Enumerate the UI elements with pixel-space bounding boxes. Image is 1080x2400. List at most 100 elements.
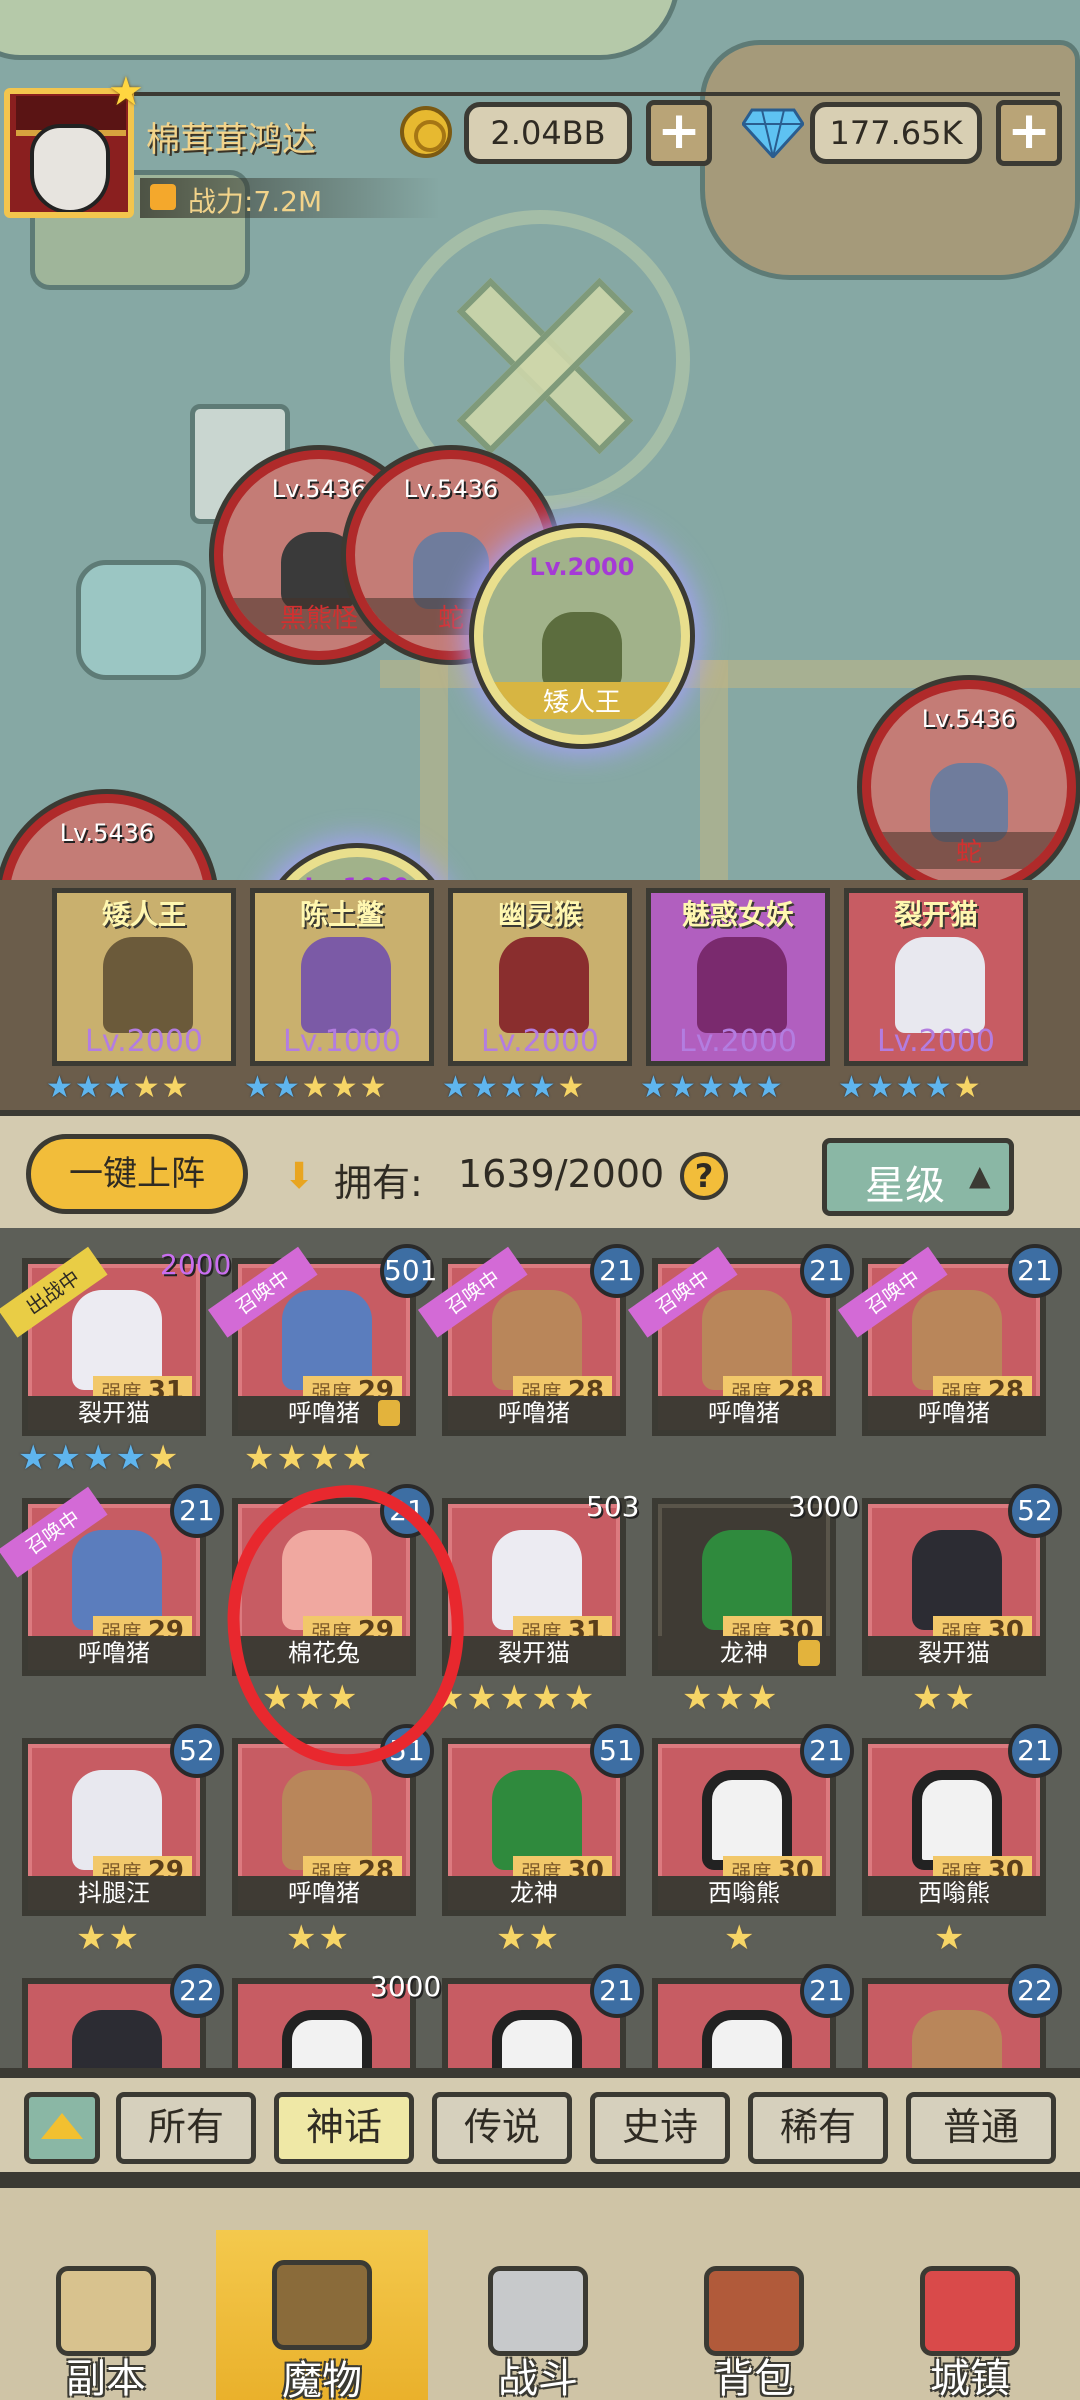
nav-label: 城镇 [930,2356,1010,2400]
diamond-gem-icon [742,108,804,158]
boss-level: Lv.2000 [529,553,635,581]
filter-tab-all[interactable]: 所有 [116,2092,256,2164]
dragon-god-figure [492,1770,582,1870]
nav-label: 战斗 [498,2356,578,2400]
down-arrow-icon: ⬇ [284,1156,315,1197]
nav-monsters[interactable]: 魔物 [216,2230,428,2400]
power-icon [150,184,176,210]
caret-up-icon: ▲ [969,1159,991,1192]
crossed-swords-icon [488,2266,588,2356]
team-slot-1[interactable]: 矮人王 Lv.2000 [52,888,236,1066]
sort-by-star-button[interactable]: 星级 ▲ [822,1138,1014,1216]
team-hero-name: 裂开猫 [893,898,978,931]
team-hero-name: 矮人王 [101,898,186,931]
vip-star-icon: ★ [108,69,144,115]
split-cat-portrait [895,937,985,1033]
team-slot-5[interactable]: 裂开猫 Lv.2000 [844,888,1028,1066]
nav-battle[interactable]: 战斗 [432,2236,644,2400]
team-slot-2[interactable]: 陈土鳖 Lv.1000 [250,888,434,1066]
player-name: 棉茸茸鸿达 [146,120,316,160]
nav-dungeon[interactable]: 副本 [0,2236,212,2400]
card-stars: ★★ [286,1918,351,1958]
nav-town[interactable]: 城镇 [864,2236,1076,2400]
card-count-badge: 21 [1008,1724,1062,1778]
card-stars: ★★★★★ [434,1678,597,1718]
card-name: 呼噜猪 [448,1396,620,1430]
boss-level: Lv.5436 [59,819,155,847]
card-name: 呼噜猪 [28,1636,200,1670]
town-shop-icon [920,2266,1020,2356]
team-lineup: 矮人王 Lv.2000 陈土鳖 Lv.1000 幽灵猴 Lv.2000 魅惑女妖… [0,880,1080,1110]
filter-tab-common[interactable]: 普通 [906,2092,1056,2164]
card-stars: ★ [724,1918,757,1958]
collapse-up-button[interactable] [24,2092,100,2164]
add-gems-button[interactable]: + [996,100,1062,166]
card-count: 503 [586,1490,640,1523]
map-island [0,0,680,60]
gold-amount: 2.04BB [464,102,632,164]
filter-tab-rare[interactable]: 稀有 [748,2092,888,2164]
team-hero-level: Lv.2000 [678,1024,798,1059]
map-boss-dwarf-king[interactable]: Lv.2000 矮人王 [474,528,690,744]
card-count-badge: 22 [170,1964,224,2018]
help-button[interactable]: ? [680,1152,728,1200]
card-count-badge: 22 [1008,1964,1062,2018]
split-cat-figure [72,1290,162,1390]
map-boss-snake-right[interactable]: Lv.5436 蛇 [862,680,1076,894]
team-slot-4[interactable]: 魅惑女妖 Lv.2000 [646,888,830,1066]
panda-figure [912,1770,1002,1870]
pig-priest-figure [282,1770,372,1870]
team-hero-level: Lv.2000 [876,1024,996,1059]
boss-name: 矮人王 [483,682,681,719]
nav-label: 魔物 [282,2358,362,2400]
map-tree [76,560,206,680]
dwarf-king-portrait [103,937,193,1033]
collection-header: 一键上阵 ⬇ 拥有: 1639/2000 ? 星级 ▲ [0,1110,1080,1228]
world-map[interactable]: Lv.5436 黑熊怪 Lv.5436 蛇 Lv.2000 矮人王 Lv.543… [0,0,1080,900]
card-count-badge: 52 [1008,1484,1062,1538]
card-count-badge: 21 [800,1724,854,1778]
map-scroll-icon [56,2266,156,2356]
card-stars: ★★ [912,1678,977,1718]
nav-label: 副本 [66,2356,146,2400]
team-slot-3[interactable]: 幽灵猴 Lv.2000 [448,888,632,1066]
card-name: 呼噜猪 [658,1396,830,1430]
card-count-badge: 21 [170,1484,224,1538]
add-gold-button[interactable]: + [646,100,712,166]
team-slot-5-stars: ★★★★★ [838,1070,983,1105]
card-name: 裂开猫 [448,1636,620,1670]
team-hero-name: 陈土鳖 [299,898,384,931]
filter-tab-epic[interactable]: 史诗 [590,2092,730,2164]
rarity-filter-bar: 所有 神话 传说 史诗 稀有 普通 [0,2068,1080,2182]
monster-collection[interactable]: 一键上阵 ⬇ 拥有: 1639/2000 ? 星级 ▲ 出战中 强度 31 裂开… [0,1110,1080,2110]
team-hero-name: 幽灵猴 [497,898,582,931]
card-name: 龙神 [448,1876,620,1910]
monster-card[interactable]: 出战中 强度 31 裂开猫 [0,1246,206,1436]
filter-tab-mythic[interactable]: 神话 [274,2092,414,2164]
monster-card[interactable]: 强度 30 龙神 [652,1498,836,1676]
gem-amount: 177.65K [810,102,982,164]
team-slot-1-stars: ★★★★★ [46,1070,191,1105]
card-count-badge: 21 [800,1244,854,1298]
avatar-face [30,124,110,212]
filter-tab-legendary[interactable]: 传说 [432,2092,572,2164]
nav-backpack[interactable]: 背包 [648,2236,860,2400]
team-hero-name: 魅惑女妖 [681,898,794,931]
owned-label: 拥有: [334,1161,423,1205]
card-count-badge: 51 [590,1724,644,1778]
pig-priest-figure [912,1290,1002,1390]
dwarf-king-figure [542,612,622,692]
card-stars: ★★★ [682,1678,780,1718]
owned-count: 1639/2000 [458,1152,665,1196]
split-cat-figure [912,1530,1002,1630]
backpack-icon [704,2266,804,2356]
card-count: 3000 [370,1970,442,2003]
panda-figure [702,1770,792,1870]
shaking-dog-figure [72,1770,162,1870]
auto-deploy-button[interactable]: 一键上阵 [26,1134,248,1214]
card-stars: ★★ [76,1918,141,1958]
card-count-badge: 21 [590,1244,644,1298]
lock-icon [378,1400,400,1426]
pig-priest-figure [702,1290,792,1390]
monster-card[interactable]: 强度 31 裂开猫 [442,1498,626,1676]
